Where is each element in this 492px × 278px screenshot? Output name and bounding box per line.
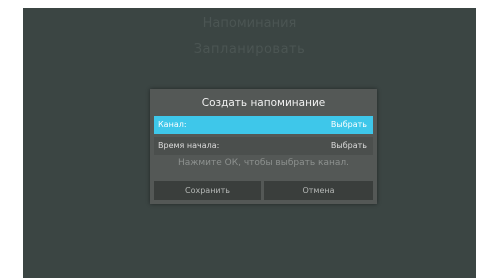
channel-value: Выбрать: [330, 120, 367, 129]
create-reminder-dialog: Создать напоминание Канал: Выбрать Время…: [150, 89, 377, 204]
start-time-label: Время начала:: [158, 141, 220, 150]
cancel-button[interactable]: Отмена: [264, 181, 373, 200]
start-time-value: Выбрать: [330, 141, 367, 150]
background-page-subtitle: Запланировать: [193, 42, 306, 57]
start-time-row[interactable]: Время начала: Выбрать: [154, 137, 373, 155]
hint-text: Нажмите ОК, чтобы выбрать канал.: [177, 158, 349, 168]
dialog-title: Создать напоминание: [201, 97, 326, 109]
save-button[interactable]: Сохранить: [154, 181, 261, 200]
channel-row[interactable]: Канал: Выбрать: [154, 116, 373, 134]
tv-screen: Напоминания Запланировать Создать напоми…: [23, 8, 476, 278]
channel-label: Канал:: [158, 120, 187, 129]
background-page-title: Напоминания: [202, 16, 297, 31]
